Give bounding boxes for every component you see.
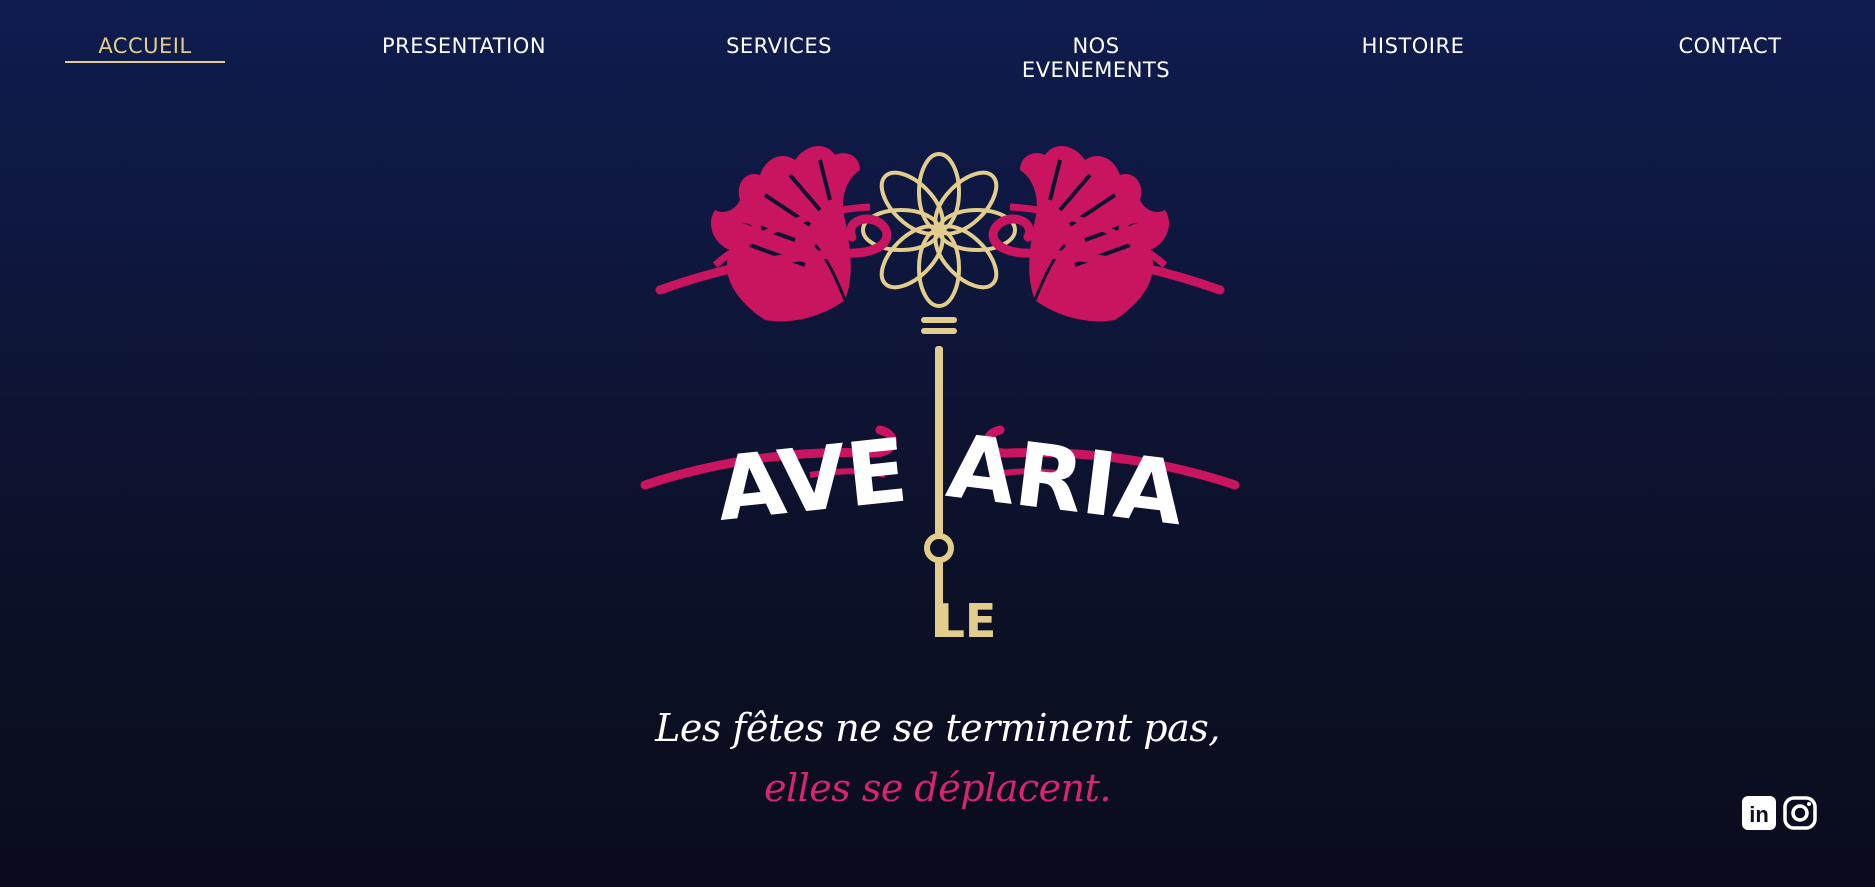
tagline-line-1: Les fêtes ne se terminent pas, [655,706,1220,750]
nav-item-presentation[interactable]: PRESENTATION [382,0,546,63]
nav-item-services[interactable]: SERVICES [699,0,859,63]
instagram-icon[interactable] [1782,795,1818,831]
main-navigation: ACCUEIL PRESENTATION SERVICES NOS EVENEM… [0,0,1875,90]
nav-item-accueil[interactable]: ACCUEIL [65,0,225,63]
linkedin-icon[interactable]: in [1741,795,1777,831]
tagline-line-2: elles se déplacent. [764,766,1111,810]
nav-item-histoire[interactable]: HISTOIRE [1333,0,1493,63]
nav-item-contact[interactable]: CONTACT [1650,0,1810,63]
logo-word-right: ARIA [942,414,1190,545]
logo-word-left: AVE [712,419,912,541]
linkedin-glyph: in [1749,802,1769,827]
logo-monogram: LE [936,594,997,648]
ave-aria-logo: AVE ARIA LE [630,143,1250,648]
nav-item-nos-evenements[interactable]: NOS EVENEMENTS [1016,0,1176,82]
